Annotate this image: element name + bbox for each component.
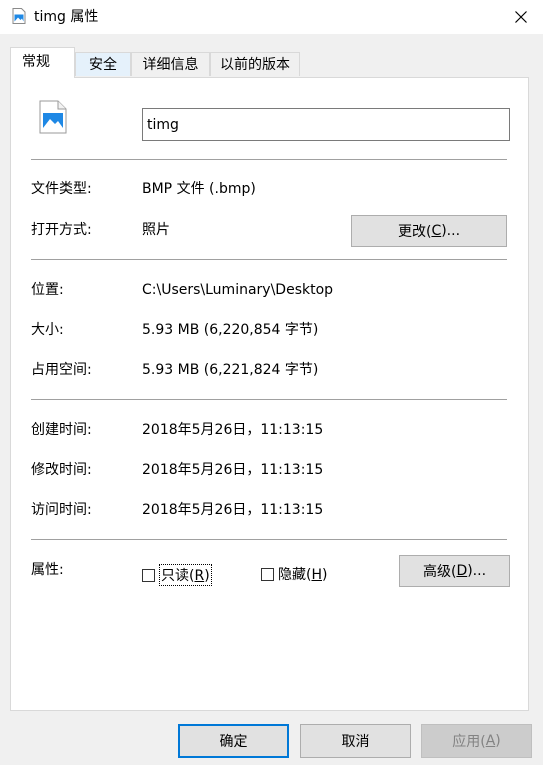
change-button-suffix: )...	[441, 223, 461, 239]
tab-security-label: 安全	[89, 57, 117, 73]
change-button[interactable]: 更改(C)...	[351, 215, 507, 247]
size-on-disk-value: 5.93 MB (6,221,824 字节)	[142, 362, 319, 378]
hidden-suffix: )	[322, 567, 328, 583]
tab-general[interactable]: 常规	[10, 47, 75, 78]
change-button-key: C	[431, 223, 442, 239]
image-file-icon	[12, 8, 26, 24]
separator	[31, 539, 507, 540]
file-name-input[interactable]	[142, 108, 510, 141]
apply-button-text: 应用(	[452, 734, 486, 750]
size-on-disk-label: 占用空间:	[31, 362, 92, 378]
attributes-label: 属性:	[31, 562, 64, 578]
opens-with-value: 照片	[142, 222, 170, 238]
hidden-text: 隐藏(	[278, 567, 312, 583]
location-value: C:\Users\Luminary\Desktop	[142, 282, 334, 298]
close-icon	[515, 11, 527, 23]
tab-security[interactable]: 安全	[75, 52, 131, 76]
accessed-value: 2018年5月26日，11:13:15	[142, 502, 324, 518]
window-title: timg 属性	[34, 9, 99, 25]
size-label: 大小:	[31, 322, 64, 338]
apply-button-key: A	[485, 733, 496, 749]
tab-general-label: 常规	[22, 54, 50, 70]
hidden-checkbox-box[interactable]	[261, 567, 274, 581]
cancel-button-label: 取消	[341, 734, 370, 750]
close-button[interactable]	[499, 0, 543, 34]
bmp-file-icon	[39, 100, 67, 134]
hidden-key: H	[311, 567, 322, 583]
tab-details-label: 详细信息	[142, 57, 199, 73]
modified-label: 修改时间:	[31, 462, 92, 478]
advanced-button-suffix: )...	[467, 563, 487, 579]
tab-details[interactable]: 详细信息	[131, 52, 210, 76]
readonly-checkbox-box[interactable]	[142, 568, 155, 582]
location-label: 位置:	[31, 282, 64, 298]
advanced-button-text: 高级(	[422, 564, 457, 580]
tab-previous-versions[interactable]: 以前的版本	[210, 52, 300, 76]
ok-button-label: 确定	[219, 734, 248, 750]
change-button-text: 更改(	[397, 224, 432, 240]
general-panel: 文件类型: BMP 文件 (.bmp) 打开方式: 照片 更改(C)... 位置…	[10, 77, 529, 711]
tab-previous-versions-label: 以前的版本	[220, 57, 290, 73]
separator	[31, 159, 507, 160]
readonly-checkbox[interactable]: 只读(R)	[142, 564, 212, 586]
hidden-checkbox[interactable]: 隐藏(H)	[261, 564, 327, 584]
size-value: 5.93 MB (6,220,854 字节)	[142, 322, 319, 338]
ok-button[interactable]: 确定	[178, 724, 289, 758]
separator	[31, 259, 507, 260]
modified-value: 2018年5月26日，11:13:15	[142, 462, 324, 478]
apply-button[interactable]: 应用(A)	[421, 724, 532, 758]
apply-button-suffix: )	[495, 733, 501, 749]
readonly-label: 只读(R)	[159, 564, 212, 586]
created-label: 创建时间:	[31, 422, 92, 438]
file-type-label: 文件类型:	[31, 181, 92, 197]
cancel-button[interactable]: 取消	[300, 724, 411, 758]
file-type-value: BMP 文件 (.bmp)	[142, 181, 256, 197]
readonly-key: R	[194, 568, 205, 584]
separator	[31, 399, 507, 400]
readonly-suffix: )	[204, 568, 210, 584]
advanced-button[interactable]: 高级(D)...	[399, 555, 510, 587]
hidden-label: 隐藏(H)	[278, 564, 327, 584]
advanced-button-key: D	[456, 563, 468, 579]
created-value: 2018年5月26日，11:13:15	[142, 422, 324, 438]
opens-with-label: 打开方式:	[31, 222, 92, 238]
readonly-text: 只读(	[161, 568, 195, 584]
title-bar: timg 属性	[0, 0, 543, 34]
accessed-label: 访问时间:	[31, 502, 92, 518]
